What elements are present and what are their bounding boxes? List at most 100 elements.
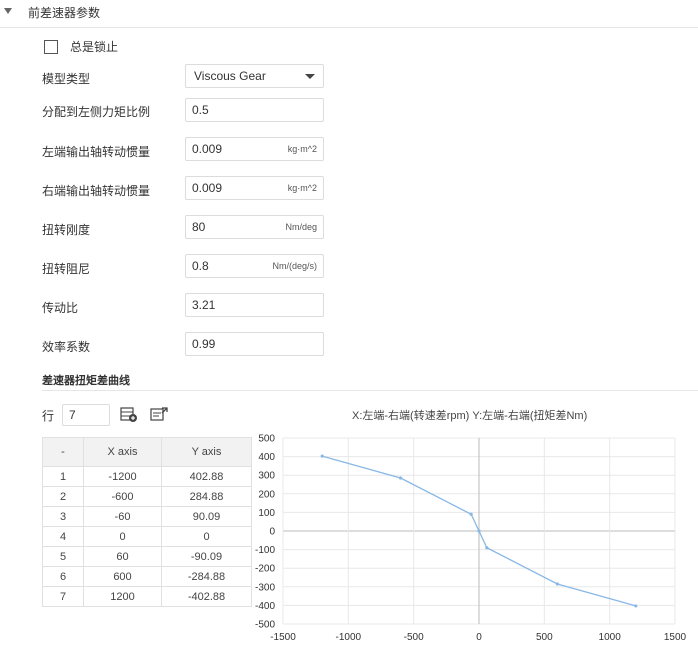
always-lock-label: 总是锁止: [70, 40, 119, 54]
torsional-stiffness-input[interactable]: 80 Nm/deg: [185, 215, 324, 239]
torsional-damping-unit: Nm/(deg/s): [272, 261, 317, 271]
left-inertia-value: 0.009: [192, 142, 223, 156]
y-tick-label: 400: [258, 452, 275, 463]
x-cell[interactable]: -60: [83, 506, 162, 527]
data-point: [469, 512, 473, 516]
y-tick-label: 200: [258, 489, 275, 500]
rows-control: 行 7: [42, 404, 170, 426]
y-cell[interactable]: 284.88: [161, 486, 252, 507]
x-tick-label: -1000: [336, 632, 362, 643]
y-tick-label: 0: [269, 527, 275, 538]
row-index: 3: [42, 506, 84, 527]
torque-ratio-value: 0.5: [192, 103, 209, 117]
y-tick-label: -400: [255, 601, 275, 612]
right-inertia-unit: kg·m^2: [287, 183, 317, 193]
y-cell[interactable]: 90.09: [161, 506, 252, 527]
chart-title: X:左端-右端(转速差rpm) Y:左端-右端(扭矩差Nm): [352, 410, 588, 422]
x-tick-label: 1500: [664, 632, 687, 643]
efficiency-value: 0.99: [192, 337, 216, 351]
left-inertia-label: 左端输出轴转动惯量: [42, 145, 151, 159]
right-inertia-input[interactable]: 0.009 kg·m^2: [185, 176, 324, 200]
row-index: 1: [42, 466, 84, 487]
y-tick-label: -200: [255, 564, 275, 575]
y-cell[interactable]: 0: [161, 526, 252, 547]
always-lock-checkbox[interactable]: [44, 39, 58, 54]
model-type-select[interactable]: Viscous Gear: [185, 64, 324, 88]
y-cell[interactable]: 402.88: [161, 466, 252, 487]
data-point: [399, 476, 403, 480]
x-tick-label: 1000: [599, 632, 622, 643]
data-point: [477, 529, 481, 533]
left-inertia-input[interactable]: 0.009 kg·m^2: [185, 137, 324, 161]
rows-label: 行: [42, 408, 55, 423]
x-tick-label: 0: [476, 632, 482, 643]
y-cell[interactable]: -90.09: [161, 546, 252, 567]
col-header-index: -: [42, 437, 84, 467]
rows-value: 7: [69, 408, 76, 422]
row-index: 4: [42, 526, 84, 547]
section-header[interactable]: 前差速器参数: [4, 3, 101, 21]
torque-difference-chart: 5004003002001000-100-200-300-400-500-150…: [255, 434, 687, 644]
efficiency-input[interactable]: 0.99: [185, 332, 324, 356]
torque-ratio-input[interactable]: 0.5: [185, 98, 324, 122]
collapse-caret-icon[interactable]: [4, 8, 12, 14]
x-tick-label: -500: [404, 632, 424, 643]
efficiency-label: 效率系数: [42, 340, 91, 354]
table-header-row: - X axis Y axis: [42, 437, 252, 467]
x-tick-label: 500: [536, 632, 553, 643]
import-button[interactable]: [148, 404, 170, 426]
chevron-down-icon: [305, 73, 315, 79]
table-row: 7 1200 -402.88: [42, 586, 252, 607]
y-tick-label: 300: [258, 471, 275, 482]
row-index: 5: [42, 546, 84, 567]
table-row: 3 -60 90.09: [42, 506, 252, 527]
always-lock-row[interactable]: 总是锁止: [44, 38, 118, 55]
curve-table: - X axis Y axis 1 -1200 402.88 2 -600 28…: [42, 437, 252, 607]
model-type-label: 模型类型: [42, 72, 91, 86]
divider: [0, 27, 698, 28]
right-inertia-value: 0.009: [192, 181, 223, 195]
table-row: 4 0 0: [42, 526, 252, 547]
rows-input[interactable]: 7: [62, 404, 111, 426]
right-inertia-label: 右端输出轴转动惯量: [42, 184, 151, 198]
col-header-y: Y axis: [161, 437, 252, 467]
x-tick-label: -1500: [270, 632, 296, 643]
table-row: 1 -1200 402.88: [42, 466, 252, 487]
torsional-damping-value: 0.8: [192, 259, 209, 273]
gear-ratio-input[interactable]: 3.21: [185, 293, 324, 317]
y-tick-label: -100: [255, 545, 275, 556]
x-cell[interactable]: 1200: [83, 586, 162, 607]
table-row: 6 600 -284.88: [42, 566, 252, 587]
torsional-damping-input[interactable]: 0.8 Nm/(deg/s): [185, 254, 324, 278]
row-index: 7: [42, 586, 84, 607]
x-cell[interactable]: -1200: [83, 466, 162, 487]
x-cell[interactable]: 0: [83, 526, 162, 547]
table-row: 5 60 -90.09: [42, 546, 252, 567]
torsional-stiffness-unit: Nm/deg: [285, 222, 317, 232]
y-tick-label: -500: [255, 620, 275, 631]
table-row: 2 -600 284.88: [42, 486, 252, 507]
curve-divider: [42, 390, 698, 391]
data-point: [485, 546, 489, 550]
x-cell[interactable]: -600: [83, 486, 162, 507]
y-tick-label: 500: [258, 434, 275, 445]
left-inertia-unit: kg·m^2: [287, 144, 317, 154]
torsional-stiffness-value: 80: [192, 220, 206, 234]
model-type-value: Viscous Gear: [194, 69, 266, 83]
torque-ratio-label: 分配到左侧力矩比例: [42, 105, 151, 119]
gear-ratio-label: 传动比: [42, 301, 79, 315]
row-index: 6: [42, 566, 84, 587]
x-cell[interactable]: 60: [83, 546, 162, 567]
torsional-stiffness-label: 扭转刚度: [42, 223, 91, 237]
y-tick-label: 100: [258, 508, 275, 519]
add-row-button[interactable]: [118, 404, 140, 426]
x-cell[interactable]: 600: [83, 566, 162, 587]
row-index: 2: [42, 486, 84, 507]
y-cell[interactable]: -402.88: [161, 586, 252, 607]
section-title: 前差速器参数: [28, 5, 101, 20]
torsional-damping-label: 扭转阻尼: [42, 262, 91, 276]
y-cell[interactable]: -284.88: [161, 566, 252, 587]
col-header-x: X axis: [83, 437, 162, 467]
data-point: [555, 582, 559, 586]
curve-title: 差速器扭矩差曲线: [42, 375, 130, 387]
